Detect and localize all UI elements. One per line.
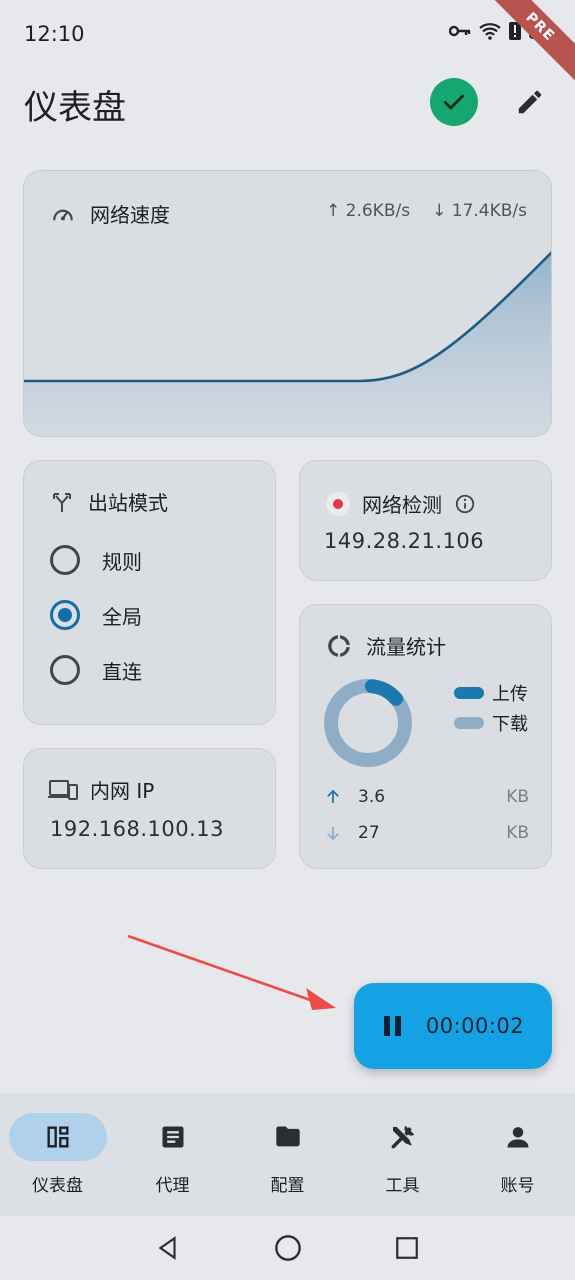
radio-direct[interactable]: [50, 655, 80, 685]
mode-option-rule[interactable]: 规则: [50, 545, 142, 575]
mode-label-direct: 直连: [102, 659, 142, 684]
public-ip-value: 149.28.21.106: [324, 529, 485, 553]
home-button[interactable]: [272, 1232, 304, 1264]
radio-global[interactable]: [50, 600, 80, 630]
nav-account[interactable]: 账号: [460, 1113, 575, 1196]
connection-status-button[interactable]: [430, 78, 478, 126]
mode-option-direct[interactable]: 直连: [50, 655, 142, 685]
pre-ribbon: PRE: [477, 0, 575, 90]
nav-pill-account: [469, 1113, 567, 1161]
speedometer-icon: [53, 209, 73, 220]
arrow-up-icon: [327, 789, 339, 803]
legend-download-swatch: [454, 717, 484, 729]
nav-pill-proxy: [124, 1113, 222, 1161]
intranet-ip-card: 内网 IP 192.168.100.13: [23, 748, 276, 869]
legend-upload: 上传: [454, 680, 528, 706]
nav-pill-config: [239, 1113, 337, 1161]
donut-chart-icon: [328, 634, 350, 657]
speed-header: 网络速度: [50, 199, 170, 228]
mode-title: 出站模式: [88, 491, 168, 515]
ip-title: 内网 IP: [90, 779, 155, 803]
upload-speed: ↑ 2.6KB/s: [326, 201, 411, 221]
radio-rule[interactable]: [50, 545, 80, 575]
wifi-icon: [479, 23, 501, 40]
edit-button[interactable]: [510, 82, 550, 122]
folder-icon: [275, 1126, 300, 1147]
upload-row: 3.6 KB: [324, 787, 529, 807]
legend-upload-label: 上传: [492, 684, 528, 705]
speed-area: [24, 253, 551, 436]
nav-pill-tools: [354, 1113, 452, 1161]
nav-tools[interactable]: 工具: [345, 1113, 460, 1196]
person-icon: [507, 1127, 528, 1148]
traffic-donut: [324, 679, 412, 767]
info-icon[interactable]: [454, 493, 476, 515]
back-button[interactable]: [152, 1232, 184, 1264]
speed-stats: ↑ 2.6KB/s ↓ 17.4KB/s: [326, 201, 527, 221]
network-speed-card: 网络速度 ↑ 2.6KB/s ↓ 17.4KB/s: [23, 170, 552, 437]
download-total: 27: [358, 823, 380, 843]
nav-label-config: 配置: [270, 1176, 305, 1196]
nav-config[interactable]: 配置: [230, 1113, 345, 1196]
key-icon: [449, 25, 471, 37]
status-dot: [333, 498, 343, 509]
check-icon: [443, 94, 465, 110]
traffic-stats-card: 流量统计 上传 下载 3.6 KB 27 KB: [299, 604, 552, 869]
download-speed: ↓ 17.4KB/s: [432, 201, 527, 221]
pause-icon: [383, 1016, 401, 1036]
nav-dashboard[interactable]: 仪表盘: [0, 1113, 115, 1196]
nav-proxy[interactable]: 代理: [115, 1113, 230, 1196]
recents-icon: [396, 1237, 418, 1259]
traffic-title: 流量统计: [366, 635, 446, 659]
dashboard-icon: [47, 1126, 68, 1148]
timer-value: 00:00:02: [425, 1014, 525, 1038]
download-unit: KB: [506, 823, 529, 843]
page-title: 仪表盘: [24, 88, 126, 128]
network-check-card[interactable]: 网络检测 149.28.21.106: [299, 460, 552, 581]
outbound-mode-card: 出站模式 规则 全局 直连: [23, 460, 276, 725]
route-icon: [53, 492, 71, 512]
nav-label-tools: 工具: [385, 1176, 420, 1196]
home-icon: [275, 1235, 301, 1261]
devices-icon: [48, 779, 78, 800]
nav-label-proxy: 代理: [155, 1176, 190, 1196]
recents-button[interactable]: [391, 1232, 423, 1264]
upload-total: 3.6: [358, 787, 386, 807]
legend-upload-swatch: [454, 687, 484, 699]
system-nav-bar: [0, 1216, 575, 1280]
mode-option-global[interactable]: 全局: [50, 600, 142, 630]
speed-title: 网络速度: [90, 203, 170, 227]
upload-unit: KB: [506, 787, 529, 807]
mode-label-rule: 规则: [102, 549, 142, 574]
article-icon: [162, 1126, 183, 1148]
ip-value: 192.168.100.13: [50, 817, 224, 841]
network-check-header: 网络检测: [326, 489, 476, 518]
mode-label-global: 全局: [102, 604, 142, 629]
legend-download: 下载: [454, 710, 528, 736]
ip-header: 内网 IP: [48, 775, 154, 804]
bottom-nav: 仪表盘 代理 配置 工具 账号: [0, 1093, 575, 1216]
network-status-indicator: [326, 491, 350, 516]
download-row: 27 KB: [324, 823, 529, 843]
back-icon: [158, 1236, 176, 1260]
connection-timer-button[interactable]: 00:00:02: [354, 983, 552, 1069]
mode-header: 出站模式: [50, 487, 168, 516]
arrow-down-icon: [327, 827, 339, 841]
traffic-header: 流量统计: [326, 631, 446, 660]
status-time: 12:10: [24, 22, 85, 46]
nav-label-dashboard: 仪表盘: [32, 1176, 83, 1196]
nav-pill-dashboard: [8, 1113, 107, 1161]
annotation-arrow: [127, 934, 336, 1010]
network-check-title: 网络检测: [362, 493, 442, 517]
tools-icon: [391, 1125, 414, 1149]
legend-download-label: 下载: [492, 714, 528, 735]
edit-icon: [518, 90, 542, 114]
nav-label-account: 账号: [500, 1176, 535, 1196]
